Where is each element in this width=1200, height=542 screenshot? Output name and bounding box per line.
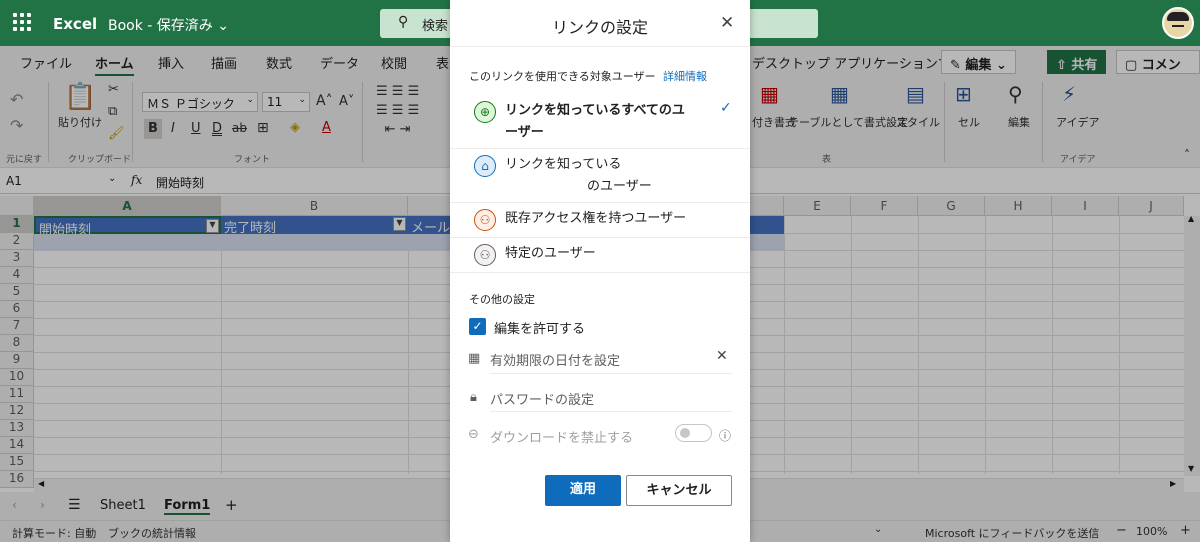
close-icon[interactable]: ✕: [720, 13, 734, 33]
learn-more-link[interactable]: 詳細情報: [663, 68, 707, 84]
option-label: 特定のユーザー: [505, 246, 596, 261]
divider: [450, 272, 750, 273]
info-icon[interactable]: ⓘ: [719, 427, 731, 444]
cancel-button[interactable]: キャンセル: [626, 475, 732, 506]
option-existing-access[interactable]: ⚇ 既存アクセス権を持つユーザー: [474, 208, 724, 232]
option-label-line1: リンクを知っている: [505, 157, 622, 172]
divider: [450, 237, 750, 238]
divider: [450, 148, 750, 149]
search-placeholder: 検索: [422, 19, 449, 34]
expiry-date-field[interactable]: 有効期限の日付を設定: [490, 350, 620, 369]
clear-expiry-icon[interactable]: ✕: [716, 348, 728, 364]
apply-button[interactable]: 適用: [545, 475, 621, 506]
people-icon: ⚇: [474, 244, 496, 266]
other-settings-heading: その他の設定: [469, 293, 535, 306]
audience-label: このリンクを使用できる対象ユーザー: [469, 70, 656, 83]
lock-icon: 🔒︎: [470, 390, 477, 405]
option-anyone[interactable]: ⊕ リンクを知っているすべてのユ ーザー ✓: [474, 100, 732, 144]
password-field[interactable]: パスワードの設定: [490, 389, 594, 408]
block-icon: ⊖: [468, 427, 479, 442]
allow-edit-checkbox[interactable]: ✓: [469, 318, 486, 335]
check-icon: ✓: [720, 100, 732, 116]
option-org[interactable]: ⌂ リンクを知っている のユーザー: [474, 154, 724, 198]
option-label: 既存アクセス権を持つユーザー: [505, 211, 687, 226]
app-launcher-icon[interactable]: [13, 13, 31, 31]
building-icon: ⌂: [474, 155, 496, 177]
option-label-line1: リンクを知っているすべてのユ: [505, 103, 685, 118]
people-icon: ⚇: [474, 209, 496, 231]
underline: [490, 373, 732, 374]
block-download-label: ダウンロードを禁止する: [490, 431, 634, 446]
calendar-icon: ▦: [468, 351, 481, 366]
block-download-toggle[interactable]: [675, 424, 712, 442]
dialog-title: リンクの設定: [551, 18, 648, 37]
divider: [450, 46, 750, 47]
globe-icon: ⊕: [474, 101, 496, 123]
avatar[interactable]: [1162, 7, 1194, 39]
search-icon: ⚲: [398, 14, 409, 30]
option-label-line2: のユーザー: [587, 179, 652, 194]
allow-edit-label[interactable]: 編集を許可する: [494, 318, 585, 337]
divider: [450, 202, 750, 203]
option-label-line2: ーザー: [505, 125, 544, 140]
link-settings-dialog: リンクの設定 ✕ このリンクを使用できる対象ユーザー 詳細情報 ⊕ リンクを知っ…: [450, 0, 750, 542]
document-name[interactable]: Book - 保存済み ⌄: [108, 15, 229, 35]
app-name[interactable]: Excel: [53, 15, 97, 33]
underline: [490, 411, 732, 412]
option-specific-people[interactable]: ⚇ 特定のユーザー: [474, 243, 724, 267]
